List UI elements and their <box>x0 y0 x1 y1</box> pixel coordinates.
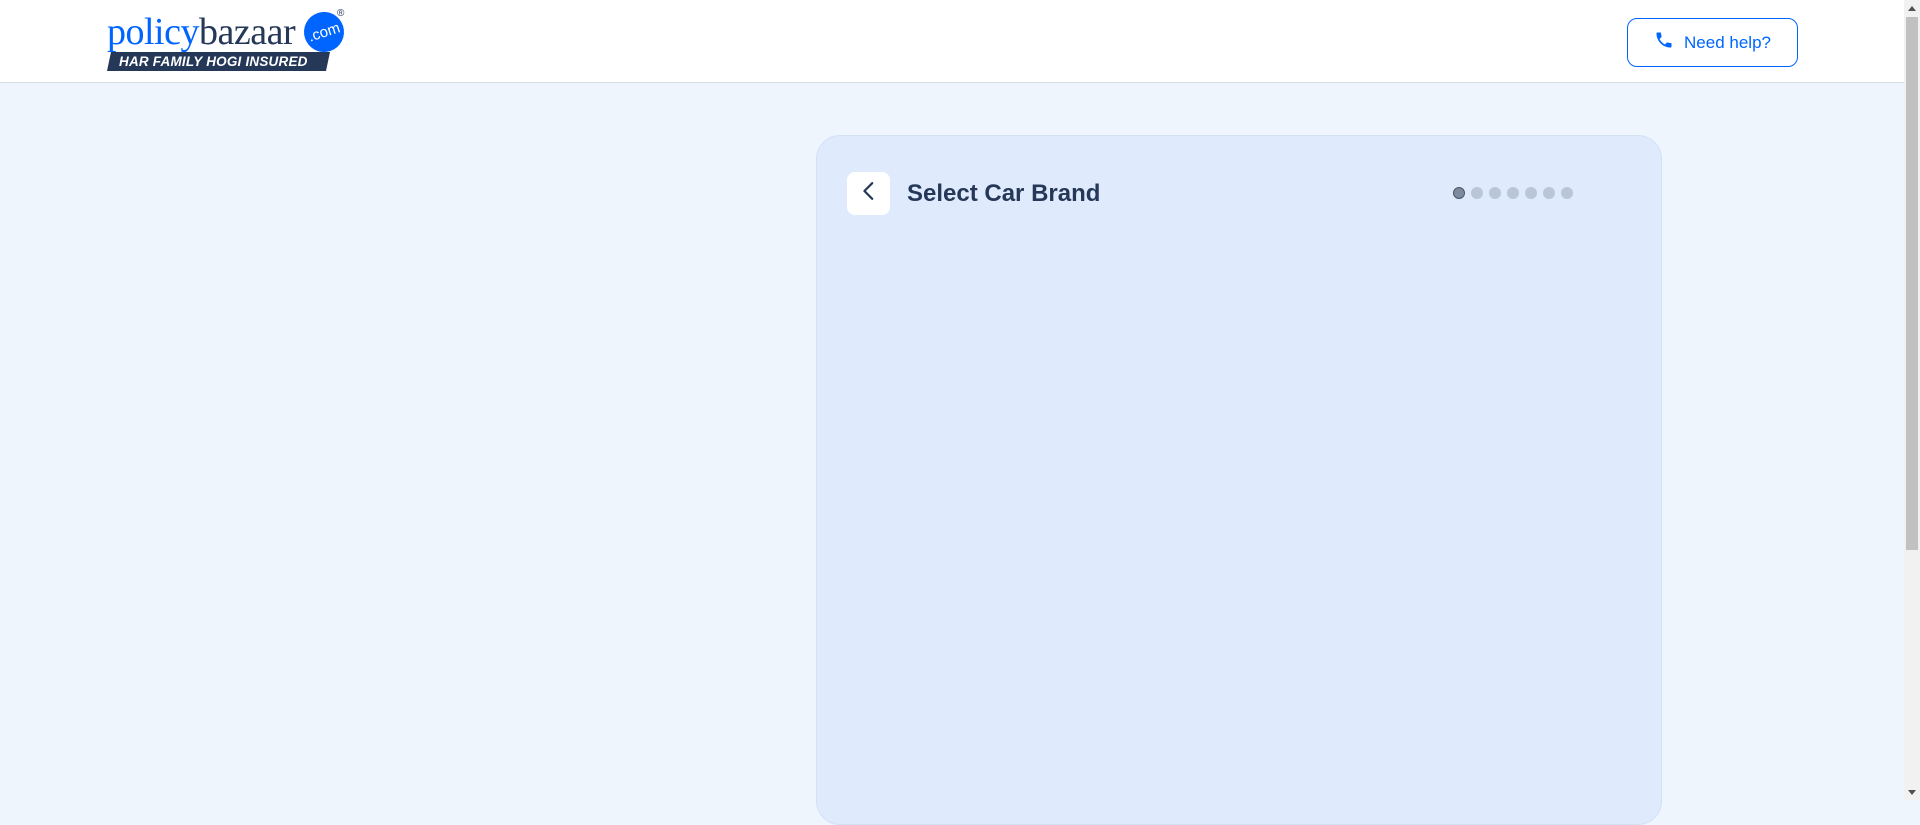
scroll-down-arrow-icon[interactable] <box>1904 784 1920 800</box>
step-dot-3 <box>1489 187 1501 199</box>
logo-word-bazaar: bazaar <box>198 11 296 53</box>
car-brand-card: Select Car Brand <box>816 135 1662 825</box>
vertical-scrollbar[interactable] <box>1904 0 1920 800</box>
phone-icon <box>1654 30 1674 55</box>
step-progress-indicator <box>1453 187 1573 199</box>
back-button[interactable] <box>847 172 890 215</box>
step-dot-1 <box>1453 187 1465 199</box>
card-title: Select Car Brand <box>907 180 1101 207</box>
scroll-up-arrow-icon[interactable] <box>1904 0 1920 16</box>
logo-registered-mark: ® <box>337 8 345 19</box>
step-dot-2 <box>1471 187 1483 199</box>
logo-word-policy: policy <box>107 11 199 53</box>
logo-wordmark: policybazaar <box>107 10 296 54</box>
policybazaar-logo[interactable]: policybazaar .com ® HAR FAMILY HOGI INSU… <box>107 6 350 72</box>
step-dot-6 <box>1543 187 1555 199</box>
step-dot-5 <box>1525 187 1537 199</box>
step-dot-4 <box>1507 187 1519 199</box>
scrollbar-thumb[interactable] <box>1906 17 1918 550</box>
top-header: policybazaar .com ® HAR FAMILY HOGI INSU… <box>0 0 1904 83</box>
need-help-label: Need help? <box>1684 32 1771 52</box>
chevron-left-icon <box>858 180 880 207</box>
step-dot-7 <box>1561 187 1573 199</box>
need-help-button[interactable]: Need help? <box>1627 18 1798 67</box>
logo-tagline: HAR FAMILY HOGI INSURED <box>107 52 330 71</box>
